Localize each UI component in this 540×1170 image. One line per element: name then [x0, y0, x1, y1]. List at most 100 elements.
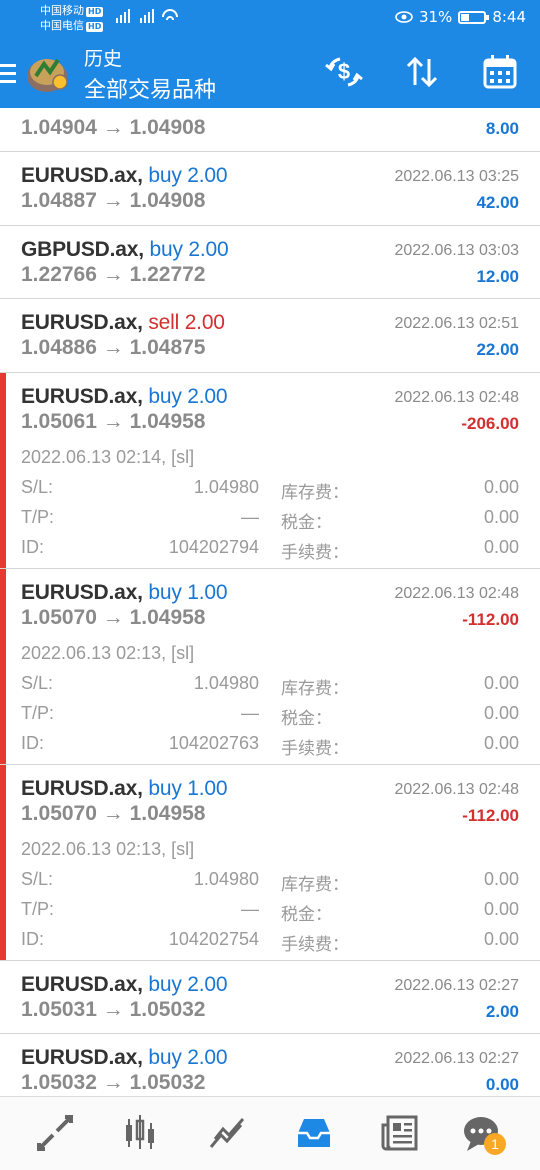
swap-value: 0.00 [483, 868, 519, 889]
deal-symbol: EURUSD.ax, buy 2.00 [21, 1046, 228, 1069]
id-label: ID: [21, 928, 45, 949]
sort-icon [406, 56, 438, 88]
app-logo [27, 58, 68, 92]
deal-profit: 2.00 [485, 1001, 519, 1021]
eye-icon [395, 11, 413, 23]
tax-label: 税金： [281, 512, 332, 533]
id-value: 104202763 [168, 732, 259, 753]
tp-label: T/P: [21, 898, 55, 919]
deal-prices: 1.05070 → 1.04958 [21, 605, 206, 629]
fee-label: 手续费： [281, 738, 349, 759]
nav-history[interactable] [289, 1111, 339, 1155]
currency-exchange-icon: $ [325, 57, 363, 87]
deal-profit: 42.00 [476, 193, 519, 212]
deal-profit: 8.00 [485, 119, 519, 138]
deal-time: 2022.06.13 02:48 [394, 584, 519, 602]
deal-time: 2022.06.13 02:27 [394, 1050, 519, 1067]
deal-row[interactable]: EURUSD.ax, sell 2.00 1.04886 → 1.04875 2… [0, 299, 540, 373]
tax-label: 税金： [281, 904, 332, 925]
status-bar: 中国移动 HD 中国电信 HD 31% 8:44 [0, 0, 540, 36]
candlestick-chart-icon [126, 1115, 154, 1149]
deal-prices: 1.04904 → 1.04908 [21, 116, 206, 139]
page-title: 历史 [84, 48, 123, 70]
deal-row-expanded[interactable]: EURUSD.ax, buy 1.00 1.05070 → 1.04958 20… [0, 764, 540, 961]
deal-symbol: EURUSD.ax, buy 2.00 [21, 972, 228, 996]
deal-symbol: EURUSD.ax, buy 2.00 [21, 164, 228, 187]
sl-value: 1.04980 [193, 672, 259, 693]
nav-news[interactable] [375, 1111, 425, 1155]
quotes-icon [37, 1115, 73, 1151]
calendar-icon [483, 55, 517, 89]
battery-percent: 31% [418, 8, 453, 26]
open-info: 2022.06.13 02:14, [sl] [21, 446, 195, 467]
fee-label: 手续费： [281, 934, 349, 955]
nav-quotes[interactable] [30, 1111, 80, 1155]
deal-row[interactable]: EURUSD.ax, buy 2.00 1.05031 → 1.05032 20… [0, 960, 540, 1034]
history-list[interactable]: 1.04904 → 1.04908 8.00 EURUSD.ax, buy 2.… [0, 108, 540, 1096]
swap-value: 0.00 [483, 476, 519, 497]
deal-side: buy 2.00 [148, 1046, 228, 1069]
deal-row[interactable]: EURUSD.ax, buy 2.00 1.04887 → 1.04908 20… [0, 152, 540, 226]
tax-label: 税金： [281, 708, 332, 729]
deal-prices: 1.04887 → 1.04908 [21, 189, 206, 212]
deal-side: buy 1.00 [148, 580, 228, 604]
trade-icon [209, 1118, 245, 1148]
news-icon [381, 1115, 418, 1151]
menu-icon[interactable] [0, 64, 16, 84]
clock: 8:44 [492, 8, 526, 26]
deal-symbol: GBPUSD.ax, buy 2.00 [21, 237, 229, 261]
currency-exchange-button[interactable]: $ [322, 50, 366, 94]
deal-side: buy 2.00 [148, 384, 228, 408]
deal-prices: 1.05032 → 1.05032 [21, 1071, 206, 1094]
open-info: 2022.06.13 02:13, [sl] [21, 838, 195, 859]
top-bar: 中国移动 HD 中国电信 HD 31% 8:44 历史 全部交易品种 $ [0, 0, 540, 108]
deal-prices: 1.05070 → 1.04958 [21, 801, 206, 825]
deal-symbol: EURUSD.ax, buy 1.00 [21, 580, 228, 604]
nav-chart[interactable] [115, 1111, 165, 1155]
tax-value: 0.00 [483, 898, 519, 919]
swap-label: 库存费： [281, 482, 349, 503]
deal-symbol: EURUSD.ax, buy 1.00 [21, 776, 228, 800]
symbol-filter[interactable]: 全部交易品种 [84, 72, 216, 104]
deal-time: 2022.06.13 02:48 [394, 780, 519, 798]
deal-time: 2022.06.13 02:51 [394, 315, 519, 332]
nav-messages[interactable]: 1 [456, 1111, 506, 1155]
deal-time: 2022.06.13 03:03 [394, 241, 519, 259]
deal-profit: -112.00 [462, 609, 519, 629]
loss-indicator [0, 568, 6, 764]
sl-value: 1.04980 [193, 868, 259, 889]
deal-profit: 12.00 [476, 266, 519, 286]
id-value: 104202754 [168, 928, 259, 949]
deal-row[interactable]: 1.04904 → 1.04908 8.00 [0, 108, 540, 152]
deal-row[interactable]: EURUSD.ax, buy 2.00 1.05032 → 1.05032 20… [0, 1034, 540, 1096]
loss-indicator [0, 764, 6, 960]
swap-label: 库存费： [281, 874, 349, 895]
tax-value: 0.00 [483, 506, 519, 527]
fee-value: 0.00 [483, 732, 519, 753]
calendar-button[interactable] [478, 50, 522, 94]
sort-button[interactable] [400, 50, 444, 94]
open-info: 2022.06.13 02:13, [sl] [21, 642, 195, 663]
id-value: 104202794 [168, 536, 259, 557]
signal-icon [116, 9, 178, 23]
bottom-nav: 1 [0, 1096, 540, 1170]
deal-prices: 1.04886 → 1.04875 [21, 336, 206, 359]
deal-time: 2022.06.13 03:25 [394, 168, 519, 185]
nav-trade[interactable] [202, 1111, 252, 1155]
deal-symbol: EURUSD.ax, sell 2.00 [21, 311, 225, 334]
deal-row-expanded[interactable]: EURUSD.ax, buy 2.00 1.05061 → 1.04958 20… [0, 372, 540, 569]
deal-profit: 22.00 [476, 340, 519, 359]
swap-value: 0.00 [483, 672, 519, 693]
sl-label: S/L: [21, 868, 54, 889]
tp-value: — [241, 898, 259, 919]
deal-symbol: EURUSD.ax, buy 2.00 [21, 384, 228, 408]
deal-time: 2022.06.13 02:27 [394, 976, 519, 994]
tp-value: — [241, 506, 259, 527]
status-right: 31% 8:44 [395, 8, 526, 26]
swap-label: 库存费： [281, 678, 349, 699]
tax-value: 0.00 [483, 702, 519, 723]
hd-badge-1: HD [86, 7, 104, 17]
deal-row[interactable]: GBPUSD.ax, buy 2.00 1.22766 → 1.22772 20… [0, 225, 540, 299]
deal-row-expanded[interactable]: EURUSD.ax, buy 1.00 1.05070 → 1.04958 20… [0, 568, 540, 765]
carrier-2: 中国电信 [40, 19, 84, 32]
